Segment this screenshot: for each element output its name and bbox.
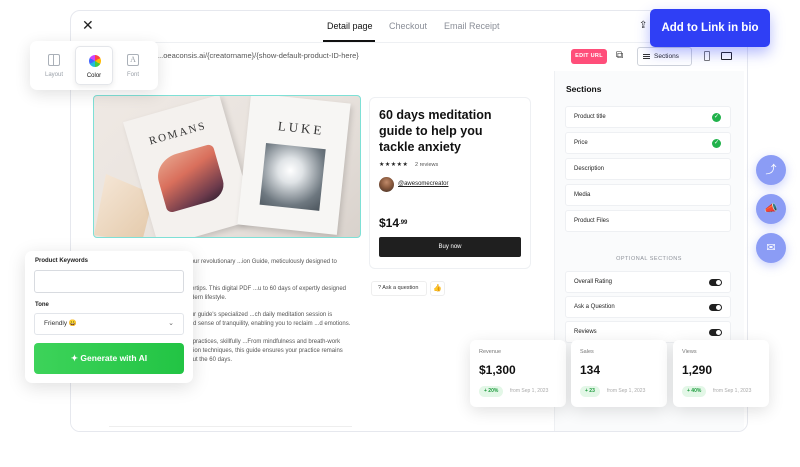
menu-icon (643, 54, 650, 59)
mail-icon[interactable]: ✉ (756, 233, 786, 263)
section-item-product-files[interactable]: Product Files (565, 210, 731, 232)
tone-label: Tone (35, 302, 49, 308)
section-item-price[interactable]: Price ✓ (565, 132, 731, 154)
style-options-card: Layout Color A Font (30, 41, 158, 90)
tab-detail-page[interactable]: Detail page (327, 21, 373, 31)
stat-card-revenue: Revenue $1,300 + 20% from Sep 1, 2023 (470, 340, 566, 407)
product-title: 60 days meditation guide to help you tac… (379, 108, 492, 154)
style-option-color[interactable]: Color (75, 46, 113, 85)
stat-label: Sales (580, 349, 594, 355)
color-wheel-icon (89, 55, 101, 67)
style-option-font[interactable]: A Font (114, 46, 152, 85)
copy-icon[interactable]: ⧉ (616, 50, 623, 61)
section-label: Ask a Question (574, 304, 615, 310)
top-bar: ✕ Detail page Checkout Email Receipt ⇪ (71, 11, 747, 43)
stat-change-badge: + 20% (479, 386, 504, 397)
section-item-description[interactable]: Description (565, 158, 731, 180)
section-label: Description (574, 166, 605, 172)
layout-icon (48, 54, 60, 66)
product-price: $14.99 (379, 216, 407, 230)
section-label: Price (574, 140, 588, 146)
sparkle-icon: ✦ (70, 353, 81, 363)
book-title: ROMANS (147, 119, 208, 148)
style-option-label: Color (86, 73, 102, 79)
price-main: $14 (379, 216, 400, 230)
edit-url-button[interactable]: EDIT URL (571, 49, 607, 64)
section-item-overall-rating: Overall Rating (565, 271, 731, 293)
active-tab-indicator (323, 40, 375, 42)
mobile-preview-icon[interactable] (704, 51, 710, 61)
ask-question-toggle[interactable] (709, 304, 722, 311)
overall-rating-toggle[interactable] (709, 279, 722, 286)
tab-checkout[interactable]: Checkout (389, 21, 427, 31)
sections-button-label: Sections (654, 53, 679, 60)
section-item-media[interactable]: Media (565, 184, 731, 206)
book-cover-art (259, 142, 326, 211)
share-icon[interactable]: ⤴ (756, 155, 786, 185)
tone-select[interactable]: Friendly 😀 ⌄ (34, 313, 184, 335)
section-label: Overall Rating (574, 279, 613, 285)
ai-generator-card: Product Keywords Tone Friendly 😀 ⌄ ✦ Gen… (25, 251, 193, 383)
sections-toggle-button[interactable]: Sections (637, 47, 692, 66)
divider (109, 426, 352, 427)
chevron-down-icon: ⌄ (168, 320, 174, 327)
rating-stars: ★★★★★ (379, 162, 409, 168)
check-icon: ✓ (712, 139, 721, 148)
megaphone-icon[interactable]: 📣 (756, 194, 786, 224)
product-url: ...oeaconsis.ai/{creatorname}/{show-defa… (157, 51, 359, 60)
export-icon[interactable]: ⇪ (639, 20, 647, 31)
section-item-product-title[interactable]: Product title ✓ (565, 106, 731, 128)
creator-handle[interactable]: @awesomecreator (398, 181, 448, 187)
style-option-layout[interactable]: Layout (35, 46, 73, 85)
reviews-toggle[interactable] (709, 329, 722, 336)
book-cover-art (152, 143, 228, 214)
stat-value: $1,300 (479, 363, 516, 377)
add-to-link-in-bio-button[interactable]: Add to Link in bio (650, 9, 770, 47)
reviews-count[interactable]: 2 reviews (415, 162, 438, 168)
book-luke: LUKE (237, 96, 351, 235)
tone-value: Friendly 😀 (44, 320, 78, 327)
stat-value: 1,290 (682, 363, 713, 377)
buy-now-button[interactable]: Buy now (379, 237, 521, 257)
close-icon[interactable]: ✕ (82, 17, 94, 34)
price-cents: .99 (399, 220, 408, 226)
like-icon[interactable]: 👍 (430, 281, 445, 296)
section-item-ask-question: Ask a Question (565, 296, 731, 318)
stat-label: Revenue (479, 349, 502, 355)
stat-card-sales: Sales 134 + 23 from Sep 1, 2023 (571, 340, 667, 407)
font-icon: A (127, 54, 139, 66)
stat-label: Views (682, 349, 697, 355)
stat-value: 134 (580, 363, 601, 377)
generate-with-ai-button[interactable]: ✦ Generate with AI (34, 343, 184, 374)
stat-change-badge: + 23 (580, 386, 600, 397)
avatar (379, 177, 394, 192)
book-title: LUKE (277, 118, 326, 138)
stat-comparison: from Sep 1, 2023 (607, 388, 646, 394)
panel-title: Sections (566, 84, 602, 94)
section-label: Reviews (574, 329, 597, 335)
section-label: Product Files (574, 218, 610, 224)
keywords-input[interactable] (34, 270, 184, 293)
keywords-label: Product Keywords (35, 258, 89, 264)
product-image[interactable]: ROMANS LUKE (93, 95, 361, 238)
style-option-label: Font (126, 72, 139, 78)
stat-card-views: Views 1,290 + 40% from Sep 1, 2023 (673, 340, 769, 407)
stat-comparison: from Sep 1, 2023 (510, 388, 549, 394)
ask-question-button[interactable]: ? Ask a question (371, 281, 427, 296)
generate-label: Generate with AI (80, 353, 148, 363)
check-icon: ✓ (712, 113, 721, 122)
optional-sections-heading: OPTIONAL SECTIONS (616, 256, 682, 262)
section-label: Product title (574, 114, 606, 120)
ask-question-label: Ask a question (382, 285, 419, 291)
stat-comparison: from Sep 1, 2023 (713, 388, 752, 394)
style-option-label: Layout (44, 72, 63, 78)
desktop-preview-icon[interactable] (721, 52, 732, 60)
tab-email-receipt[interactable]: Email Receipt (444, 21, 500, 31)
stage: ✕ Detail page Checkout Email Receipt ⇪ .… (0, 0, 800, 467)
section-label: Media (574, 192, 591, 198)
stat-change-badge: + 40% (682, 386, 707, 397)
url-bar: ...oeaconsis.ai/{creatorname}/{show-defa… (71, 46, 747, 68)
